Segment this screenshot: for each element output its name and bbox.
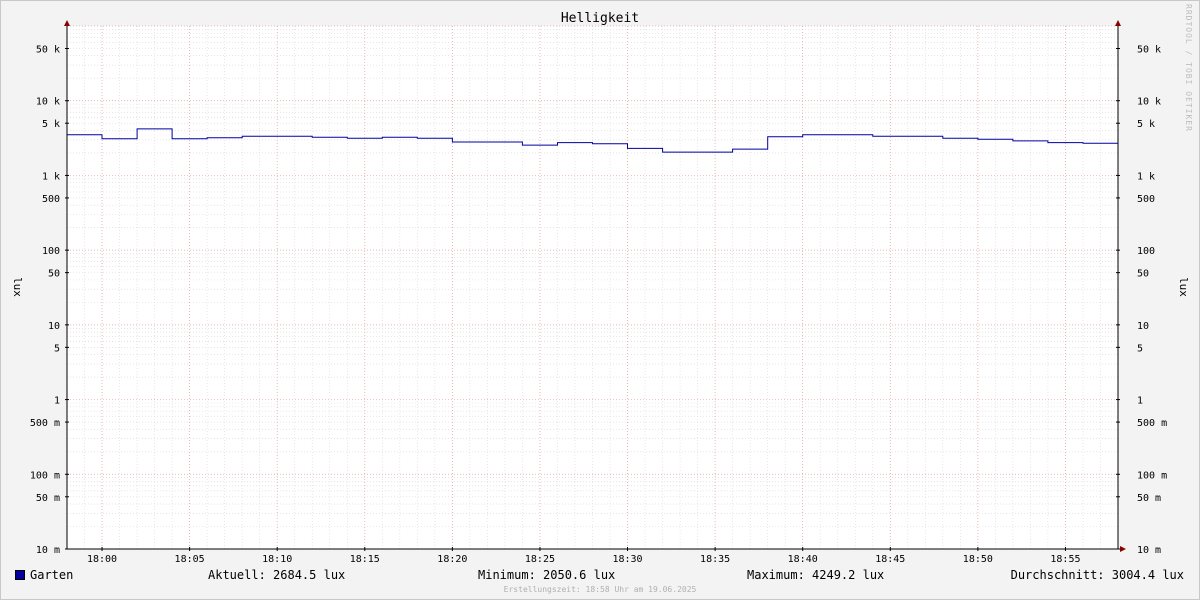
y-axis-right-arrow — [1115, 20, 1121, 26]
y-axis-label-left: lux — [11, 277, 24, 297]
y-tick-label-right: 10 k — [1137, 97, 1161, 108]
x-tick-label: 18:50 — [963, 554, 993, 565]
y-tick-label-right: 100 — [1137, 246, 1155, 257]
x-tick-label: 18:20 — [437, 554, 467, 565]
y-tick-label-left: 50 m — [36, 493, 60, 504]
y-tick-label-left: 5 k — [42, 119, 60, 130]
y-tick-label-right: 5 — [1137, 343, 1143, 354]
x-axis-arrow — [1120, 546, 1126, 552]
y-tick-label-right: 1 k — [1137, 171, 1155, 182]
legend-maximum: Maximum: 4249.2 lux — [747, 568, 885, 582]
x-tick-label: 18:25 — [525, 554, 555, 565]
y-tick-labels-left: 50 k 10 k 5 k 1 k 500 100 50 10 5 1 500 m 100 m 50 m… — [30, 44, 69, 556]
x-tick-label: 18:05 — [175, 554, 205, 565]
legend-current: Aktuell: 2684.5 lux — [208, 568, 346, 582]
y-tick-label-left: 50 k — [36, 44, 60, 55]
x-tick-label: 18:10 — [262, 554, 292, 565]
y-tick-label-right: 50 k — [1137, 44, 1161, 55]
x-tick-label: 18:40 — [788, 554, 818, 565]
legend: Garten Aktuell: 2684.5 lux Minimum: 2050… — [0, 568, 1200, 584]
y-tick-label-right: 10 — [1137, 321, 1149, 332]
x-tick-label: 18:30 — [612, 554, 642, 565]
x-tick-labels: 18:00 18:05 18:10 18:15 18:20 18:25 18:30 18:35… — [87, 547, 1081, 565]
y-tick-label-left: 100 m — [30, 470, 60, 481]
y-tick-label-left: 10 m — [36, 545, 60, 556]
x-tick-label: 18:55 — [1050, 554, 1080, 565]
creation-time: Erstellungszeit: 18:58 Uhr am 19.06.2025 — [503, 585, 697, 594]
y-tick-label-left: 50 — [48, 269, 60, 280]
y-tick-label-right: 5 k — [1137, 119, 1155, 130]
y-axis-left-arrow — [64, 20, 70, 26]
legend-series-name: Garten — [30, 568, 74, 582]
y-tick-label-left: 500 m — [30, 418, 60, 429]
legend-minimum: Minimum: 2050.6 lux — [478, 568, 616, 582]
y-tick-label-right: 10 m — [1137, 545, 1161, 556]
legend-average: Durchschnitt: 3004.4 lux — [1010, 568, 1184, 582]
y-tick-label-left: 10 k — [36, 97, 60, 108]
y-tick-label-right: 500 m — [1137, 418, 1167, 429]
y-tick-label-left: 1 — [54, 396, 60, 407]
y-tick-label-right: 50 — [1137, 269, 1149, 280]
chart-svg: 50 k 10 k 5 k 1 k 500 100 50 10 5 1 500 m 100 m 50 m… — [11, 20, 1190, 565]
x-tick-label: 18:45 — [875, 554, 905, 565]
y-axis-label-right: lux — [1177, 277, 1190, 297]
grid-minor — [66, 26, 1119, 549]
y-tick-label-right: 1 — [1137, 396, 1143, 407]
x-tick-label: 18:35 — [700, 554, 730, 565]
y-tick-label-left: 1 k — [42, 171, 60, 182]
x-tick-label: 18:15 — [350, 554, 380, 565]
y-tick-label-left: 5 — [54, 343, 60, 354]
y-tick-labels-right: 50 k 10 k 5 k 1 k 500 100 50 10 5 1 500 m 100 m 50 m… — [1116, 44, 1167, 556]
y-tick-label-left: 10 — [48, 321, 60, 332]
y-tick-label-right: 50 m — [1137, 493, 1161, 504]
y-tick-label-left: 500 — [42, 194, 60, 205]
y-tick-label-right: 500 — [1137, 194, 1155, 205]
y-tick-label-right: 100 m — [1137, 470, 1167, 481]
x-tick-label: 18:00 — [87, 554, 117, 565]
y-tick-label-left: 100 — [42, 246, 60, 257]
